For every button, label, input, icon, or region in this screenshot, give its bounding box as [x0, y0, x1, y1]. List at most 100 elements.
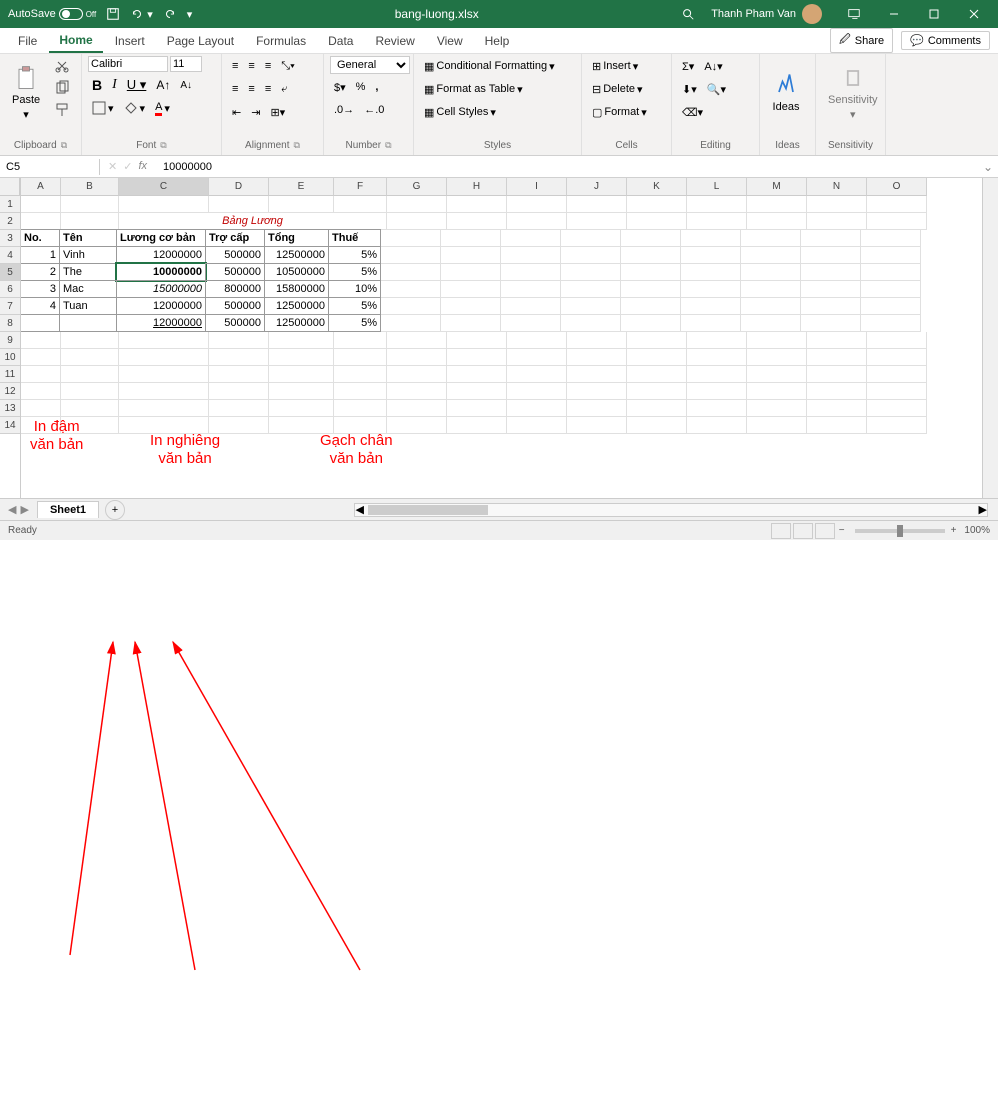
redo-icon[interactable] — [159, 5, 181, 23]
vertical-scrollbar[interactable] — [982, 178, 998, 498]
sort-filter-icon[interactable]: A↓▾ — [700, 56, 726, 76]
zoom-level[interactable]: 100% — [964, 525, 990, 536]
comments-button[interactable]: 💬 Comments — [901, 31, 990, 50]
tab-help[interactable]: Help — [475, 30, 520, 52]
col-header[interactable]: O — [867, 178, 927, 196]
cell-grid[interactable]: Bảng Lương No.TênLương cơ bảnTrợ cấpTổng… — [21, 196, 982, 434]
decrease-decimal-icon[interactable]: ←.0 — [360, 100, 388, 120]
save-icon[interactable] — [102, 5, 124, 23]
qat-customize-icon[interactable]: ▾ — [183, 6, 197, 23]
font-size-select[interactable] — [170, 56, 202, 72]
col-header[interactable]: L — [687, 178, 747, 196]
page-layout-view-icon[interactable] — [793, 523, 813, 539]
underline-button[interactable]: U ▾ — [123, 75, 151, 95]
maximize-button[interactable] — [914, 0, 954, 28]
row-header[interactable]: 2 — [0, 213, 20, 230]
clear-icon[interactable]: ⌫▾ — [678, 102, 707, 122]
wrap-text-icon[interactable]: ⤶ — [277, 79, 291, 99]
ribbon-options-icon[interactable] — [834, 0, 874, 28]
name-box[interactable]: C5 — [0, 159, 100, 175]
zoom-in-icon[interactable]: + — [951, 525, 957, 536]
minimize-button[interactable] — [874, 0, 914, 28]
add-sheet-button[interactable]: + — [105, 500, 125, 520]
tab-data[interactable]: Data — [318, 30, 363, 52]
cancel-formula-icon[interactable]: ✕ — [108, 160, 117, 173]
search-icon[interactable] — [677, 5, 699, 23]
fill-icon[interactable]: ⬇▾ — [678, 79, 701, 99]
ideas-button[interactable]: Ideas — [766, 56, 806, 128]
row-header[interactable]: 4 — [0, 247, 20, 264]
horizontal-scrollbar[interactable]: ◀▶ — [354, 503, 988, 517]
cut-icon[interactable] — [50, 56, 74, 76]
sheet-tab[interactable]: Sheet1 — [37, 501, 99, 518]
copy-icon[interactable] — [50, 78, 74, 98]
decrease-indent-icon[interactable]: ⇤ — [228, 102, 245, 122]
increase-indent-icon[interactable]: ⇥ — [247, 102, 264, 122]
col-header[interactable]: C — [119, 178, 209, 196]
row-header[interactable]: 5 — [0, 264, 20, 281]
borders-icon[interactable]: ▾ — [88, 98, 118, 118]
prev-sheet-icon[interactable]: ◀ — [8, 503, 16, 516]
format-as-table-button[interactable]: ▦ Format as Table ▾ — [420, 79, 527, 99]
conditional-formatting-button[interactable]: ▦ Conditional Formatting ▾ — [420, 56, 559, 76]
col-header[interactable]: B — [61, 178, 119, 196]
zoom-out-icon[interactable]: − — [839, 525, 845, 536]
number-launcher-icon[interactable]: ⧉ — [385, 140, 391, 151]
decrease-font-icon[interactable]: A↓ — [176, 75, 196, 95]
col-header[interactable]: A — [21, 178, 61, 196]
clipboard-launcher-icon[interactable]: ⧉ — [61, 140, 67, 151]
col-header[interactable]: M — [747, 178, 807, 196]
tab-insert[interactable]: Insert — [105, 30, 155, 52]
tab-review[interactable]: Review — [365, 30, 424, 52]
tab-file[interactable]: File — [8, 30, 47, 52]
comma-icon[interactable]: , — [371, 77, 382, 97]
row-header[interactable]: 13 — [0, 400, 20, 417]
font-launcher-icon[interactable]: ⧉ — [160, 140, 166, 151]
currency-icon[interactable]: $▾ — [330, 77, 350, 97]
enter-formula-icon[interactable]: ✓ — [123, 160, 132, 173]
row-header[interactable]: 3 — [0, 230, 20, 247]
row-header[interactable]: 8 — [0, 315, 20, 332]
merge-icon[interactable]: ⊞▾ — [266, 102, 289, 122]
sensitivity-button[interactable]: Sensitivity▾ — [822, 56, 884, 128]
row-header[interactable]: 9 — [0, 332, 20, 349]
col-header[interactable]: N — [807, 178, 867, 196]
col-header[interactable]: G — [387, 178, 447, 196]
cell-styles-button[interactable]: ▦ Cell Styles ▾ — [420, 102, 500, 122]
col-header[interactable]: F — [334, 178, 387, 196]
fill-color-icon[interactable]: ▾ — [120, 98, 150, 118]
row-header[interactable]: 7 — [0, 298, 20, 315]
align-top-icon[interactable]: ≡ — [228, 56, 242, 76]
autosave-toggle[interactable]: AutoSave Off — [4, 6, 100, 22]
insert-cells-button[interactable]: ⊞ Insert ▾ — [588, 56, 642, 76]
col-header[interactable]: D — [209, 178, 269, 196]
tab-home[interactable]: Home — [49, 29, 102, 53]
align-right-icon[interactable]: ≡ — [261, 79, 275, 99]
next-sheet-icon[interactable]: ▶ — [20, 503, 28, 516]
increase-decimal-icon[interactable]: .0→ — [330, 100, 358, 120]
tab-formulas[interactable]: Formulas — [246, 30, 316, 52]
col-header[interactable]: H — [447, 178, 507, 196]
tab-view[interactable]: View — [427, 30, 473, 52]
autosum-icon[interactable]: Σ▾ — [678, 56, 698, 76]
format-cells-button[interactable]: ▢ Format ▾ — [588, 102, 651, 122]
row-header[interactable]: 11 — [0, 366, 20, 383]
align-left-icon[interactable]: ≡ — [228, 79, 242, 99]
increase-font-icon[interactable]: A↑ — [152, 75, 174, 95]
col-header[interactable]: E — [269, 178, 334, 196]
normal-view-icon[interactable] — [771, 523, 791, 539]
formula-input[interactable]: 10000000 — [155, 159, 978, 175]
undo-icon[interactable]: ▾ — [126, 5, 157, 23]
fx-icon[interactable]: fx — [138, 160, 147, 173]
row-header[interactable]: 6 — [0, 281, 20, 298]
find-icon[interactable]: 🔍▾ — [703, 79, 730, 99]
table-title[interactable]: Bảng Lương — [119, 213, 387, 230]
italic-button[interactable]: I — [108, 75, 121, 95]
row-header[interactable]: 14 — [0, 417, 20, 434]
close-button[interactable] — [954, 0, 994, 28]
font-color-icon[interactable]: A▾ — [151, 98, 174, 118]
paste-button[interactable]: Paste▾ — [6, 56, 46, 128]
row-header[interactable]: 10 — [0, 349, 20, 366]
tab-page-layout[interactable]: Page Layout — [157, 30, 244, 52]
row-header[interactable]: 1 — [0, 196, 20, 213]
